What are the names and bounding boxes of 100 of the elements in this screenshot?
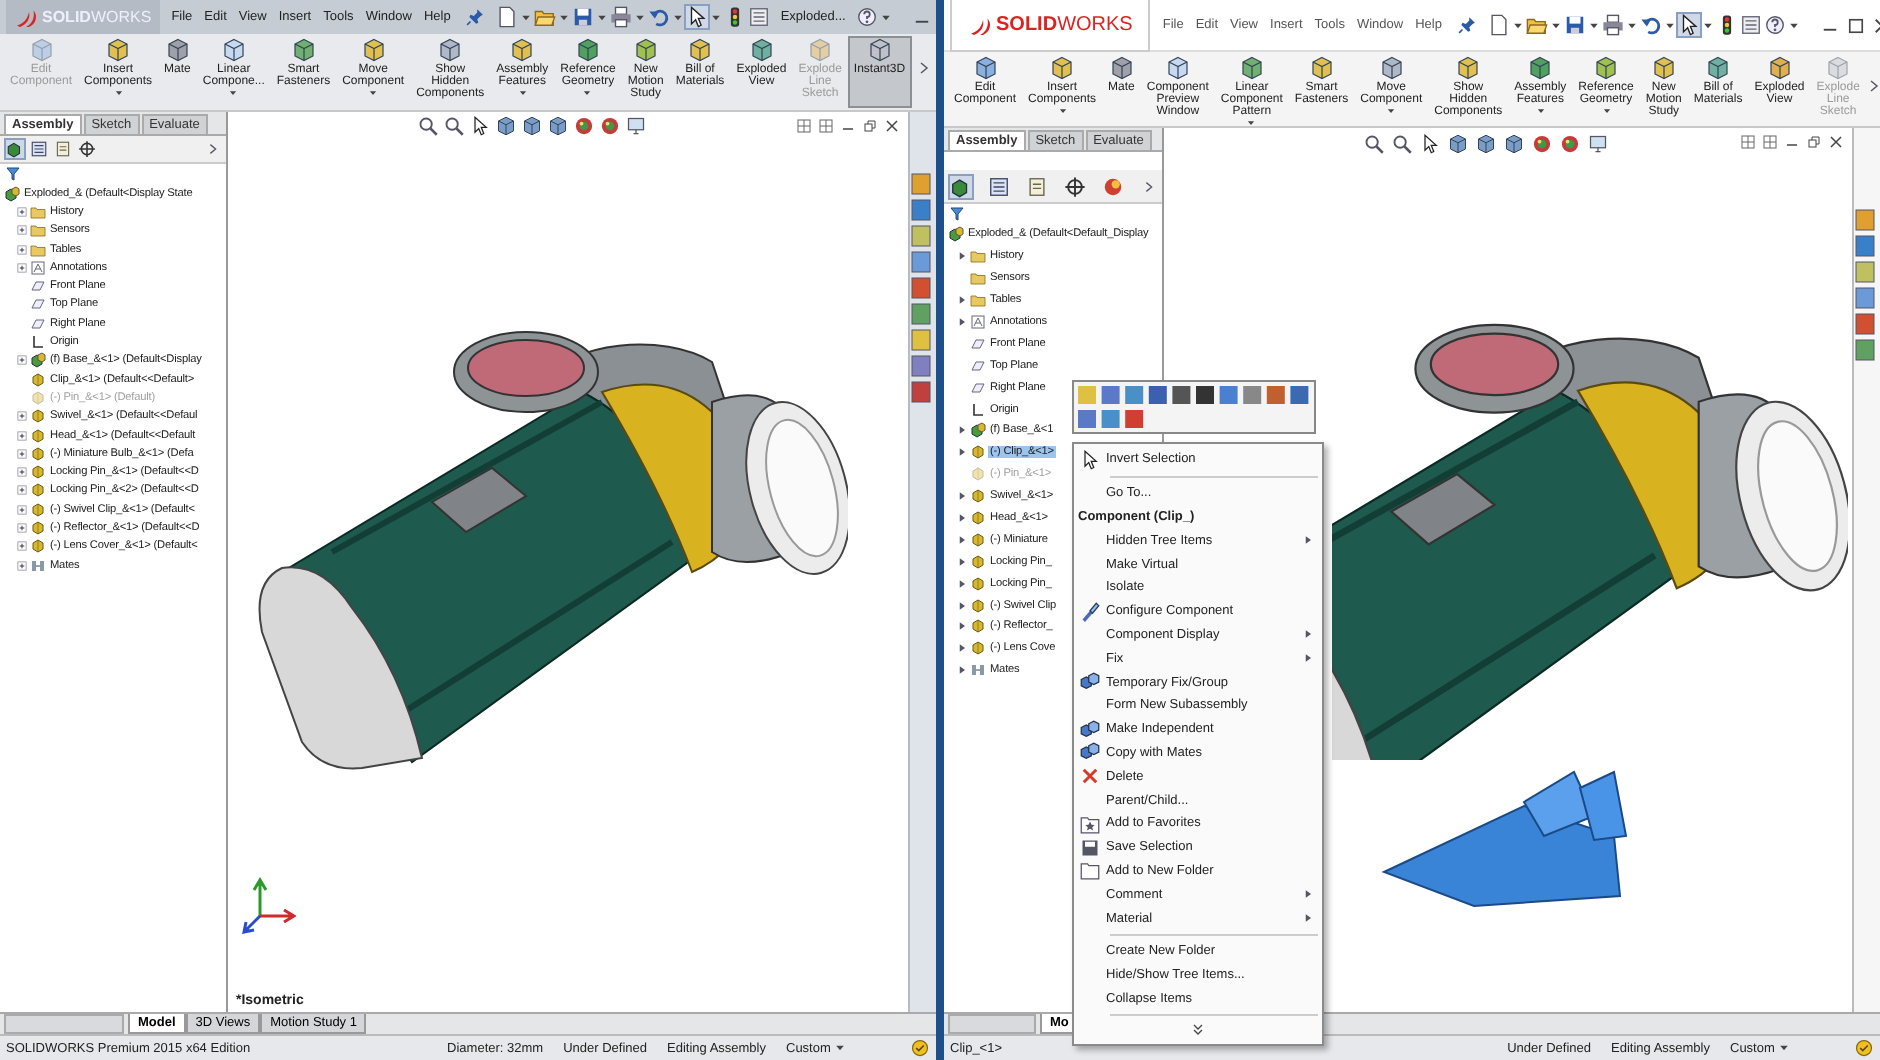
expand-icon[interactable] (16, 540, 28, 553)
expand-icon[interactable] (16, 261, 28, 274)
check-icon[interactable] (1854, 1038, 1874, 1058)
double-chevron-icon[interactable] (1190, 1022, 1206, 1039)
caret-icon (1601, 106, 1612, 116)
zoom-icon[interactable] (444, 116, 464, 136)
tile-icon[interactable] (818, 118, 834, 134)
chevron-icon[interactable] (1865, 78, 1880, 94)
pointer-icon[interactable] (1420, 134, 1440, 154)
task-pane-tabs-drawing[interactable] (1854, 208, 1876, 364)
cube-icon[interactable] (1448, 134, 1468, 154)
caret-icon[interactable] (1778, 1042, 1791, 1054)
pointer-icon[interactable] (1677, 14, 1700, 36)
close-icon[interactable] (1828, 134, 1844, 150)
sphere-icon[interactable] (574, 116, 594, 136)
caret-icon[interactable] (634, 11, 647, 23)
horizontal-scrollbar[interactable] (948, 1014, 1036, 1034)
task-pane-tabs-drawing[interactable] (910, 172, 932, 408)
expand-icon[interactable] (16, 447, 28, 460)
pin-icon[interactable] (1457, 16, 1476, 34)
caret-icon[interactable] (1549, 19, 1562, 31)
list-icon[interactable] (30, 140, 48, 158)
caret-icon[interactable] (1587, 19, 1600, 31)
pointer-icon[interactable] (686, 6, 709, 28)
expand-icon[interactable] (16, 484, 28, 497)
caret-icon[interactable] (879, 11, 892, 23)
expand-icon[interactable] (16, 466, 28, 479)
sphere-icon[interactable] (1532, 134, 1552, 154)
caret-icon[interactable] (1787, 19, 1800, 31)
close-icon[interactable] (884, 118, 900, 134)
shortcut-toolbar-drawing[interactable] (1072, 380, 1316, 434)
caret-icon[interactable] (834, 1042, 847, 1054)
caret-icon[interactable] (672, 11, 685, 23)
print-icon[interactable] (610, 6, 633, 28)
new-document-icon[interactable] (1487, 14, 1510, 36)
expand-icon[interactable] (16, 521, 28, 534)
zoom-icon[interactable] (1364, 134, 1384, 154)
horizontal-scrollbar[interactable] (4, 1014, 124, 1034)
caret-icon[interactable] (558, 11, 571, 23)
expand-icon[interactable] (956, 250, 968, 263)
caret-icon[interactable] (1511, 19, 1524, 31)
sphere-icon[interactable] (600, 116, 620, 136)
expand-icon[interactable] (16, 205, 28, 218)
cube-icon[interactable] (496, 116, 516, 136)
crosshair-icon[interactable] (1064, 175, 1086, 197)
chevron-icon[interactable] (206, 142, 220, 156)
print-icon[interactable] (1601, 14, 1624, 36)
new-document-icon[interactable] (496, 6, 519, 28)
options-icon[interactable] (1739, 14, 1762, 36)
expand-icon[interactable] (16, 410, 28, 423)
expand-icon[interactable] (16, 429, 28, 441)
tile-icon[interactable] (1762, 134, 1778, 150)
expand-icon[interactable] (16, 243, 28, 256)
tile-icon[interactable] (796, 118, 812, 134)
expand-icon[interactable] (16, 224, 28, 237)
zoom-icon[interactable] (418, 116, 438, 136)
undo-icon[interactable] (1639, 14, 1662, 36)
monitor-icon[interactable] (1588, 134, 1608, 154)
help-icon[interactable] (1763, 14, 1786, 36)
mates-icon (30, 557, 46, 574)
expand-icon[interactable] (16, 503, 28, 516)
crosshair-icon[interactable] (78, 140, 96, 158)
caret-icon[interactable] (1625, 19, 1638, 31)
assembly-icon[interactable] (6, 140, 24, 158)
restore-icon[interactable] (1806, 134, 1822, 150)
chevron-icon[interactable] (916, 60, 932, 76)
cube-icon[interactable] (1476, 134, 1496, 154)
assembly-icon[interactable] (950, 175, 972, 197)
help-icon[interactable] (855, 6, 878, 28)
pin-icon[interactable] (466, 8, 485, 26)
caret-icon[interactable] (596, 11, 609, 23)
appearance-icon[interactable] (1102, 175, 1124, 197)
sphere-icon[interactable] (1560, 134, 1580, 154)
expand-icon[interactable] (16, 559, 28, 572)
open-icon[interactable] (1525, 14, 1548, 36)
list-icon[interactable] (988, 175, 1010, 197)
caret-icon[interactable] (1701, 19, 1714, 31)
cube-icon[interactable] (548, 116, 568, 136)
zoom-icon[interactable] (1392, 134, 1412, 154)
options-icon[interactable] (748, 6, 771, 28)
maximize-icon[interactable] (1845, 15, 1866, 35)
caret-icon[interactable] (520, 11, 533, 23)
cube-icon[interactable] (522, 116, 542, 136)
logo-text: SOLIDWORKS (42, 8, 152, 26)
tile-icon[interactable] (1740, 134, 1756, 150)
pointer-icon[interactable] (470, 116, 490, 136)
save-icon[interactable] (572, 6, 595, 28)
open-icon[interactable] (534, 6, 557, 28)
document-icon[interactable] (1026, 175, 1048, 197)
monitor-icon[interactable] (626, 116, 646, 136)
document-icon[interactable] (54, 140, 72, 158)
check-icon[interactable] (910, 1038, 930, 1058)
caret-icon[interactable] (1663, 19, 1676, 31)
caret-icon[interactable] (710, 11, 723, 23)
restore-icon[interactable] (862, 118, 878, 134)
undo-icon[interactable] (648, 6, 671, 28)
save-icon[interactable] (1563, 14, 1586, 36)
cube-icon[interactable] (1504, 134, 1524, 154)
expand-icon[interactable] (16, 354, 28, 367)
chevron-icon[interactable] (1142, 179, 1156, 193)
